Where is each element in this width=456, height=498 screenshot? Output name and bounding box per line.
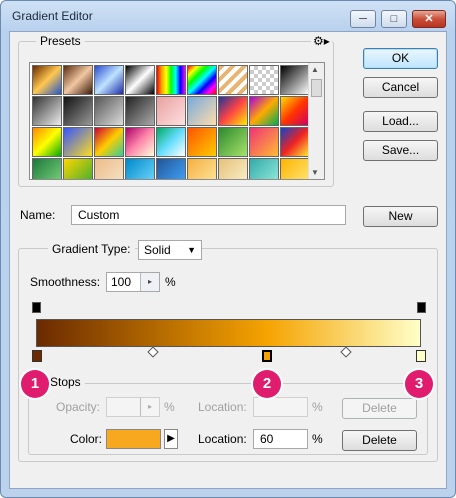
name-label: Name: (20, 208, 56, 222)
smoothness-label: Smoothness: (30, 275, 101, 289)
smoothness-percent: % (165, 275, 176, 289)
preset-swatch[interactable] (187, 96, 217, 126)
close-button[interactable]: ✕ (412, 10, 446, 28)
opacity-percent: % (164, 400, 175, 414)
preset-swatch[interactable] (94, 127, 124, 157)
preset-swatch[interactable] (280, 158, 310, 179)
cancel-button[interactable]: Cancel (363, 77, 438, 98)
preset-swatch[interactable] (218, 127, 248, 157)
color-location-percent: % (312, 432, 323, 446)
preset-swatch[interactable] (218, 65, 248, 95)
preset-swatch[interactable] (280, 65, 310, 95)
title-bar: Gradient Editor ─ □ ✕ (1, 1, 455, 31)
minimize-button[interactable]: ─ (350, 10, 376, 28)
preset-swatch[interactable] (187, 158, 217, 179)
color-stop-1[interactable] (32, 350, 42, 362)
color-stop-3[interactable] (416, 350, 426, 362)
color-stop-2[interactable] (262, 350, 272, 362)
color-label: Color: (70, 432, 103, 446)
preset-swatch[interactable] (249, 96, 279, 126)
preset-swatch[interactable] (187, 127, 217, 157)
opacity-input: ▸ (106, 397, 160, 417)
preset-swatch[interactable] (156, 158, 186, 179)
chevron-down-icon: ▼ (187, 245, 196, 255)
delete-opacity-stop-button: Delete (342, 398, 417, 419)
preset-swatch[interactable] (156, 65, 186, 95)
gradient-editor-window: Gradient Editor ─ □ ✕ Presets ⚙▸ ▲ ▼ OK … (0, 0, 456, 498)
delete-color-stop-button[interactable]: Delete (342, 430, 417, 451)
preset-swatch[interactable] (280, 96, 310, 126)
load-button[interactable]: Load... (363, 111, 438, 132)
marker-1: 1 (21, 370, 49, 398)
preset-swatch[interactable] (125, 158, 155, 179)
scroll-thumb[interactable] (311, 79, 322, 97)
preset-swatch[interactable] (32, 158, 62, 179)
preset-swatch[interactable] (187, 65, 217, 95)
smoothness-input[interactable]: 100 ▸ (106, 272, 160, 292)
opacity-stop-right[interactable] (417, 302, 426, 313)
gear-icon[interactable]: ⚙▸ (311, 34, 332, 48)
preset-swatch[interactable] (63, 65, 93, 95)
preset-swatch[interactable] (94, 65, 124, 95)
preset-swatch[interactable] (249, 65, 279, 95)
preset-swatch[interactable] (63, 96, 93, 126)
marker-2: 2 (253, 370, 281, 398)
opacity-location-percent: % (312, 400, 323, 414)
preset-swatch[interactable] (156, 96, 186, 126)
window-title: Gradient Editor (12, 9, 93, 23)
preset-swatch[interactable] (94, 96, 124, 126)
preset-swatch[interactable] (32, 127, 62, 157)
preset-swatch[interactable] (280, 127, 310, 157)
opacity-location-label: Location: (198, 400, 247, 414)
preset-swatch[interactable] (156, 127, 186, 157)
maximize-button[interactable]: □ (381, 10, 407, 28)
gradient-preview-bar[interactable] (36, 319, 421, 347)
preset-swatch[interactable] (125, 96, 155, 126)
scroll-up-icon[interactable]: ▲ (311, 65, 319, 74)
preset-swatch[interactable] (249, 127, 279, 157)
gradient-type-value: Solid (144, 243, 171, 257)
preset-swatch[interactable] (63, 127, 93, 157)
preset-swatch[interactable] (32, 96, 62, 126)
new-button[interactable]: New (363, 206, 438, 227)
smoothness-value: 100 (111, 275, 132, 289)
save-button[interactable]: Save... (363, 140, 438, 161)
preset-swatch[interactable] (32, 65, 62, 95)
opacity-arrow-icon: ▸ (140, 398, 159, 416)
opacity-label: Opacity: (56, 400, 101, 414)
presets-grid[interactable]: ▲ ▼ (29, 62, 325, 180)
opacity-stop-left[interactable] (32, 302, 41, 313)
color-swatch[interactable] (106, 429, 161, 449)
preset-swatch[interactable] (125, 127, 155, 157)
name-input[interactable]: Custom (71, 205, 346, 225)
preset-swatch[interactable] (218, 158, 248, 179)
gradient-type-label: Gradient Type: (48, 242, 135, 256)
presets-scrollbar[interactable]: ▲ ▼ (308, 63, 324, 179)
marker-3: 3 (405, 370, 433, 398)
stops-label: Stops (46, 375, 85, 389)
preset-swatch[interactable] (63, 158, 93, 179)
preset-swatch[interactable] (125, 65, 155, 95)
ok-button[interactable]: OK (363, 48, 438, 69)
color-location-label: Location: (198, 432, 247, 446)
opacity-location-input (253, 397, 308, 417)
color-menu-arrow-icon[interactable]: ▶ (164, 429, 178, 449)
presets-label: Presets (36, 34, 85, 48)
gradient-type-select[interactable]: Solid ▼ (138, 240, 202, 260)
preset-swatch[interactable] (94, 158, 124, 179)
scroll-down-icon[interactable]: ▼ (311, 168, 319, 177)
preset-swatch[interactable] (218, 96, 248, 126)
smoothness-arrow-icon[interactable]: ▸ (140, 273, 159, 291)
color-location-input[interactable]: 60 (253, 429, 308, 449)
dialog-client-area: Presets ⚙▸ ▲ ▼ OK Cancel Load... Save...… (9, 31, 447, 489)
preset-swatch[interactable] (249, 158, 279, 179)
